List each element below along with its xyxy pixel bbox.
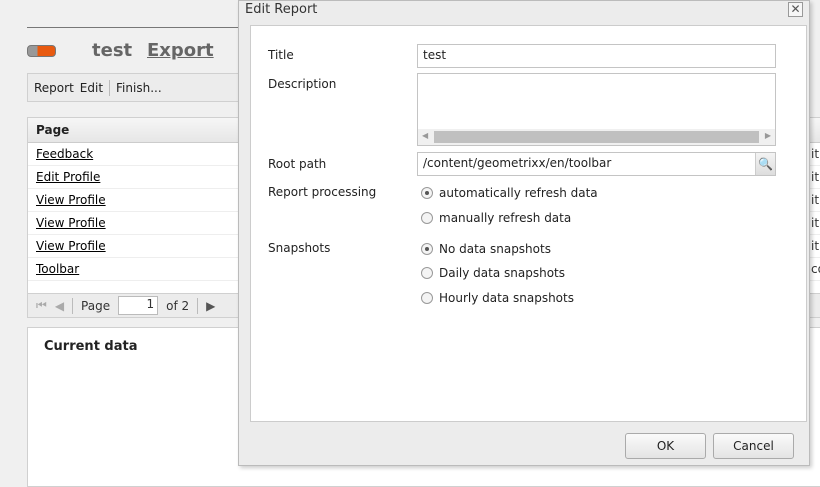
separator <box>197 297 199 314</box>
report-title: test <box>92 40 133 61</box>
radio-no-snapshots[interactable]: No data snapshots <box>421 242 551 256</box>
radio-label: Daily data snapshots <box>439 266 566 280</box>
panel-title: Current data <box>44 339 138 354</box>
snapshots-label: Snapshots <box>268 241 331 255</box>
radio-checked-icon <box>421 187 433 199</box>
radio-auto-refresh[interactable]: automatically refresh data <box>421 186 598 200</box>
radio-label: No data snapshots <box>439 242 551 256</box>
title-label: Title <box>268 48 294 62</box>
cell: itl <box>811 239 820 253</box>
page-link[interactable]: View Profile <box>36 193 106 207</box>
page-link[interactable]: View Profile <box>36 239 106 253</box>
radio-label: manually refresh data <box>439 211 572 225</box>
cell: itl <box>811 193 820 207</box>
page-link[interactable]: View Profile <box>36 216 106 230</box>
report-menu[interactable]: Report <box>34 81 74 95</box>
root-path-input[interactable]: /content/geometrixx/en/toolbar 🔍 <box>417 152 776 176</box>
edit-report-dialog: Edit Report ✕ Title test Description ◀ ▶ … <box>238 0 810 466</box>
horizontal-scrollbar[interactable]: ◀ ▶ <box>418 129 775 145</box>
search-icon[interactable]: 🔍 <box>755 153 775 175</box>
radio-label: Hourly data snapshots <box>439 291 574 305</box>
next-page-icon[interactable]: ▶ <box>206 299 215 313</box>
page-link[interactable]: Toolbar <box>36 262 79 276</box>
cancel-button[interactable]: Cancel <box>713 433 794 459</box>
title-input[interactable]: test <box>417 44 776 68</box>
separator <box>72 297 74 314</box>
page-link[interactable]: Edit Profile <box>36 170 100 184</box>
cell: co <box>811 262 820 276</box>
page-link[interactable]: Feedback <box>36 147 93 161</box>
radio-label: automatically refresh data <box>439 186 598 200</box>
finish-menu[interactable]: Finish... <box>116 81 162 95</box>
page-label: Page <box>81 298 111 313</box>
root-path-label: Root path <box>268 157 327 171</box>
description-label: Description <box>268 77 337 91</box>
radio-manual-refresh[interactable]: manually refresh data <box>421 211 571 225</box>
dialog-title: Edit Report <box>245 2 318 17</box>
radio-icon <box>421 267 433 279</box>
root-path-value: /content/geometrixx/en/toolbar <box>423 156 612 170</box>
cell: itl <box>811 216 820 230</box>
export-link[interactable]: Export <box>147 40 214 61</box>
description-textarea[interactable]: ◀ ▶ <box>417 73 776 146</box>
radio-icon <box>421 292 433 304</box>
dialog-form: Title test Description ◀ ▶ Root path /con… <box>250 25 807 422</box>
radio-checked-icon <box>421 243 433 255</box>
page-count: of 2 <box>166 298 190 313</box>
radio-hourly-snapshots[interactable]: Hourly data snapshots <box>421 291 574 305</box>
toggle-switch[interactable] <box>27 45 56 57</box>
close-icon[interactable]: ✕ <box>788 2 803 17</box>
cell: itl <box>811 170 820 184</box>
radio-icon <box>421 212 433 224</box>
divider <box>27 27 239 28</box>
cell: itl <box>811 147 820 161</box>
toolbar: Report Edit Finish... <box>27 73 257 102</box>
scrollbar-thumb[interactable] <box>434 131 759 143</box>
processing-label: Report processing <box>268 185 377 199</box>
edit-menu[interactable]: Edit <box>80 81 103 95</box>
page-input[interactable]: 1 <box>118 296 159 315</box>
radio-daily-snapshots[interactable]: Daily data snapshots <box>421 266 565 280</box>
separator <box>109 79 111 96</box>
prev-page-icon[interactable]: ◀ <box>55 299 64 313</box>
ok-button[interactable]: OK <box>625 433 706 459</box>
first-page-icon[interactable]: ⏮ <box>36 298 47 313</box>
